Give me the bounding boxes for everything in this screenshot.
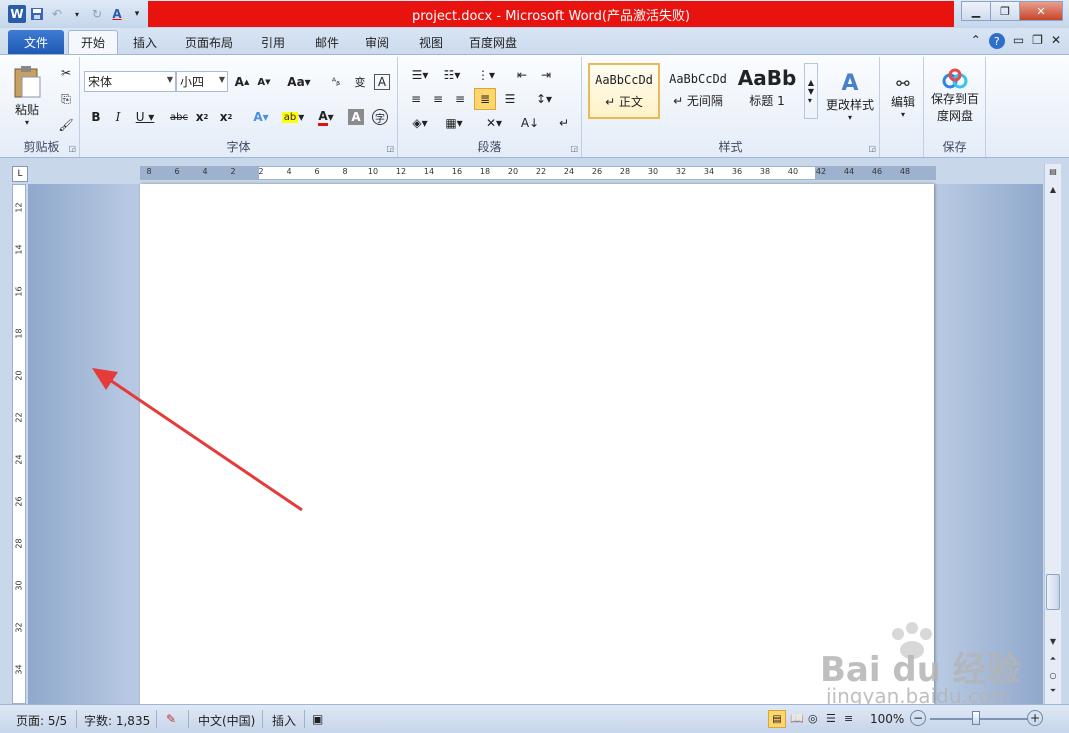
status-separator (304, 710, 305, 728)
word-count[interactable]: 字数: 1,835 (84, 712, 150, 729)
print-layout-view-icon[interactable]: ▤ (768, 710, 786, 728)
zoom-out-icon[interactable]: − (910, 710, 926, 726)
status-separator (156, 710, 157, 728)
draft-view-icon[interactable]: ≡ (844, 712, 853, 725)
web-layout-icon[interactable]: ◎ (808, 712, 818, 725)
insert-mode-indicator[interactable]: 插入 (272, 712, 296, 729)
page-count[interactable]: 页面: 5/5 (16, 712, 67, 729)
zoom-in-icon[interactable]: + (1027, 710, 1043, 726)
annotation-arrow (92, 368, 303, 512)
full-screen-reading-icon[interactable]: 📖 (790, 712, 804, 725)
status-bar: 页面: 5/5 字数: 1,835 ✎ 中文(中国) 插入 ▣ ▤ 📖 ◎ ☰ … (0, 704, 1069, 733)
macro-record-icon[interactable]: ▣ (312, 712, 323, 726)
outline-view-icon[interactable]: ☰ (826, 712, 836, 725)
status-separator (262, 710, 263, 728)
language-indicator[interactable]: 中文(中国) (198, 712, 255, 729)
zoom-slider-thumb[interactable] (972, 711, 980, 725)
proofing-icon[interactable]: ✎ (166, 712, 176, 726)
status-separator (76, 710, 77, 728)
status-separator (188, 710, 189, 728)
zoom-level[interactable]: 100% (870, 712, 904, 726)
